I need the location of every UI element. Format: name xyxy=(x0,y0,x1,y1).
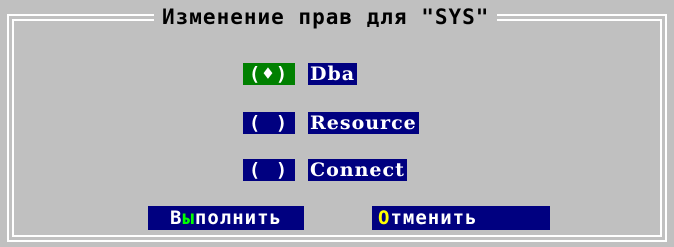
execute-button[interactable]: Выполнить xyxy=(148,206,304,230)
execute-button-prefix: В xyxy=(170,207,183,229)
execute-hotkey: ы xyxy=(182,207,195,229)
rights-dialog: Изменение прав для "SYS" (♦) Dba ( ) Res… xyxy=(0,0,674,247)
execute-button-label: полнить xyxy=(194,207,282,229)
option-resource-label[interactable]: Resource xyxy=(308,112,419,134)
option-connect[interactable]: ( ) Connect xyxy=(243,159,407,181)
radio-unchecked-icon[interactable]: ( ) xyxy=(243,112,295,134)
cancel-hotkey: О xyxy=(378,207,391,229)
radio-unchecked-icon[interactable]: ( ) xyxy=(243,159,295,181)
cancel-button-label: тменить xyxy=(390,207,478,229)
cancel-button[interactable]: Отменить xyxy=(372,206,550,230)
option-resource[interactable]: ( ) Resource xyxy=(243,112,419,134)
option-dba[interactable]: (♦) Dba xyxy=(243,63,358,85)
option-connect-label[interactable]: Connect xyxy=(308,159,407,181)
radio-checked-icon[interactable]: (♦) xyxy=(243,63,295,85)
option-dba-label[interactable]: Dba xyxy=(308,63,358,85)
dialog-title: Изменение прав для "SYS" xyxy=(154,3,498,31)
